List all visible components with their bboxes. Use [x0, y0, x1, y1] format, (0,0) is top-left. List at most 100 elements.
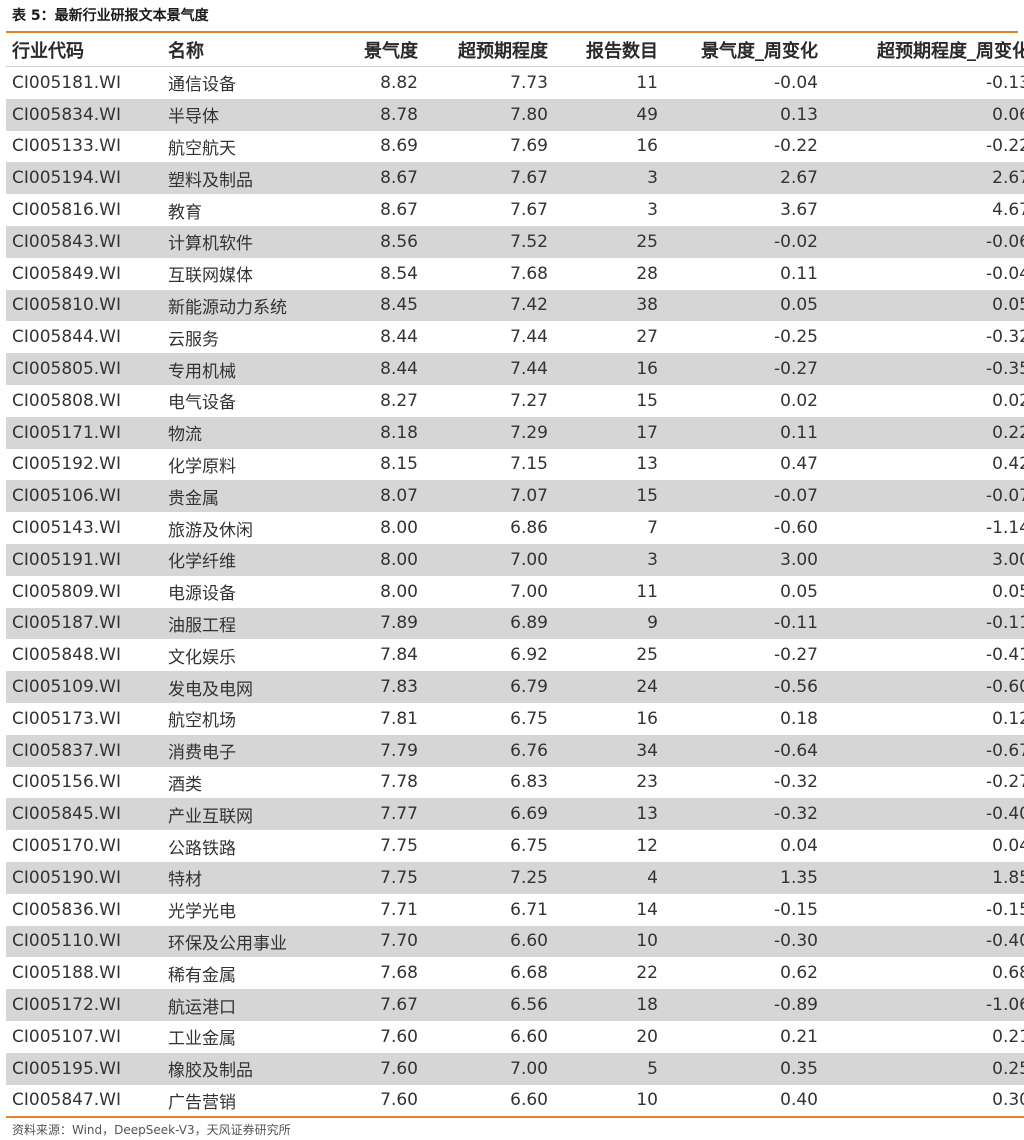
cell-beyond-expectation-weekly-change: -0.07	[818, 480, 1024, 513]
cell-industry-code: CI005849.WI	[12, 263, 122, 284]
cell-name: 教育	[168, 202, 202, 223]
cell-sentiment: 7.79	[338, 734, 418, 767]
cell-beyond-expectation: 6.60	[418, 1084, 548, 1119]
cell-report-count: 14	[636, 899, 658, 920]
cell-beyond-expectation-weekly-change: -0.04	[986, 263, 1024, 284]
cell-sentiment: 7.60	[338, 1052, 418, 1085]
cell-industry-code: CI005809.WI	[12, 581, 122, 602]
cell-beyond-expectation: 6.79	[418, 671, 548, 703]
cell-name: 物流	[162, 416, 338, 449]
cell-beyond-expectation: 6.56	[418, 989, 548, 1021]
cell-report-count: 3	[548, 543, 658, 576]
cell-sentiment: 8.56	[338, 225, 418, 258]
cell-industry-code: CI005187.WI	[6, 607, 162, 640]
cell-report-count: 10	[548, 1084, 658, 1119]
cell-sentiment-weekly-change: 0.47	[780, 454, 818, 475]
cell-industry-code: CI005810.WI	[6, 289, 162, 322]
table-row: CI005133.WI 航空航天 8.69 7.69 16 -0.22 -0.22	[6, 131, 1024, 163]
cell-beyond-expectation-weekly-change: -0.15	[986, 899, 1024, 920]
cell-beyond-expectation-weekly-change: 0.22	[818, 416, 1024, 449]
cell-name: 通信设备	[168, 75, 236, 96]
table-row: CI005809.WI 电源设备 8.00 7.00 11 0.05 0.05	[6, 576, 1024, 608]
table-row: CI005156.WI 酒类 7.78 6.83 23 -0.32 -0.27	[6, 767, 1024, 799]
table-row: CI005110.WI环保及公用事业7.706.6010-0.30-0.40	[6, 925, 1024, 958]
cell-name: 互联网媒体	[168, 266, 253, 287]
cell-beyond-expectation: 6.86	[510, 518, 548, 539]
cell-report-count: 16	[548, 353, 658, 385]
cell-sentiment: 8.44	[338, 353, 418, 385]
table-row: CI005194.WI塑料及制品8.677.6732.672.67	[6, 162, 1024, 195]
cell-industry-code: CI005110.WI	[6, 925, 162, 958]
cell-sentiment-weekly-change: 2.67	[658, 162, 818, 195]
cell-industry-code: CI005190.WI	[6, 861, 162, 894]
cell-industry-code: CI005173.WI	[12, 708, 122, 729]
cell-beyond-expectation-weekly-change: 0.02	[992, 390, 1024, 411]
cell-report-count: 23	[636, 772, 658, 793]
cell-sentiment-weekly-change: 0.40	[658, 1084, 818, 1119]
cell-sentiment: 7.77	[338, 798, 418, 831]
cell-name: 半导体	[162, 98, 338, 131]
cell-beyond-expectation: 7.67	[418, 162, 548, 195]
cell-beyond-expectation-weekly-change: 0.30	[818, 1084, 1024, 1119]
cell-industry-code: CI005848.WI	[12, 645, 122, 666]
cell-beyond-expectation: 7.44	[418, 353, 548, 385]
cell-report-count: 24	[548, 671, 658, 703]
cell-name: 油服工程	[162, 607, 338, 640]
cell-beyond-expectation: 7.00	[418, 1052, 548, 1085]
cell-report-count: 25	[548, 225, 658, 258]
cell-report-count: 34	[548, 734, 658, 767]
header-name: 名称	[162, 34, 338, 67]
cell-industry-code: CI005843.WI	[6, 225, 162, 258]
cell-sentiment: 7.81	[380, 708, 418, 729]
cell-report-count: 28	[636, 263, 658, 284]
header-industry-code: 行业代码	[6, 34, 162, 67]
table-row: CI005170.WI 公路铁路 7.75 6.75 12 0.04 0.04	[6, 830, 1024, 862]
cell-report-count: 49	[548, 98, 658, 131]
cell-beyond-expectation: 6.75	[510, 836, 548, 857]
cell-beyond-expectation: 7.00	[510, 581, 548, 602]
cell-report-count: 15	[636, 390, 658, 411]
cell-beyond-expectation: 6.60	[418, 925, 548, 958]
cell-sentiment-weekly-change: -0.27	[774, 645, 818, 666]
cell-beyond-expectation-weekly-change: -0.32	[986, 327, 1024, 348]
cell-industry-code: CI005156.WI	[12, 772, 122, 793]
cell-report-count: 17	[548, 416, 658, 449]
table-row: CI005188.WI 稀有金属 7.68 6.68 22 0.62 0.68	[6, 957, 1024, 989]
cell-name: 酒类	[168, 774, 202, 795]
cell-sentiment-weekly-change: 0.35	[658, 1052, 818, 1085]
cell-beyond-expectation-weekly-change: 0.25	[818, 1052, 1024, 1085]
cell-name: 广告营销	[162, 1084, 338, 1119]
cell-sentiment-weekly-change: -0.89	[658, 989, 818, 1021]
cell-sentiment: 8.69	[380, 136, 418, 157]
cell-name: 化学原料	[168, 456, 236, 477]
cell-sentiment: 8.00	[380, 518, 418, 539]
cell-name: 消费电子	[162, 734, 338, 767]
cell-beyond-expectation-weekly-change: -0.06	[818, 225, 1024, 258]
cell-sentiment-weekly-change: -0.22	[774, 136, 818, 157]
header-beyond-expectation-weekly-change: 超预期程度_周变化	[818, 34, 1024, 67]
cell-sentiment: 7.60	[338, 1084, 418, 1119]
table-row: CI005195.WI橡胶及制品7.607.0050.350.25	[6, 1052, 1024, 1085]
cell-sentiment: 8.82	[380, 72, 418, 93]
cell-name: 电源设备	[168, 584, 236, 605]
cell-beyond-expectation: 6.69	[418, 798, 548, 831]
cell-industry-code: CI005109.WI	[6, 671, 162, 703]
table-row: CI005847.WI广告营销7.606.60100.400.30	[6, 1084, 1024, 1119]
cell-sentiment-weekly-change: -0.56	[658, 671, 818, 703]
cell-industry-code: CI005171.WI	[6, 416, 162, 449]
cell-industry-code: CI005172.WI	[6, 989, 162, 1021]
cell-report-count: 18	[548, 989, 658, 1021]
cell-sentiment: 7.83	[338, 671, 418, 703]
cell-sentiment: 8.44	[380, 327, 418, 348]
cell-name: 航运港口	[162, 989, 338, 1021]
cell-industry-code: CI005837.WI	[6, 734, 162, 767]
cell-report-count: 4	[548, 861, 658, 894]
cell-beyond-expectation: 6.71	[510, 899, 548, 920]
table-row: CI005181.WI 通信设备 8.82 7.73 11 -0.04 -0.13	[6, 67, 1024, 99]
cell-report-count: 16	[636, 136, 658, 157]
cell-sentiment: 8.27	[380, 390, 418, 411]
cell-report-count: 25	[636, 645, 658, 666]
cell-name: 新能源动力系统	[162, 289, 338, 322]
cell-beyond-expectation-weekly-change: 2.67	[818, 162, 1024, 195]
cell-beyond-expectation: 6.83	[510, 772, 548, 793]
